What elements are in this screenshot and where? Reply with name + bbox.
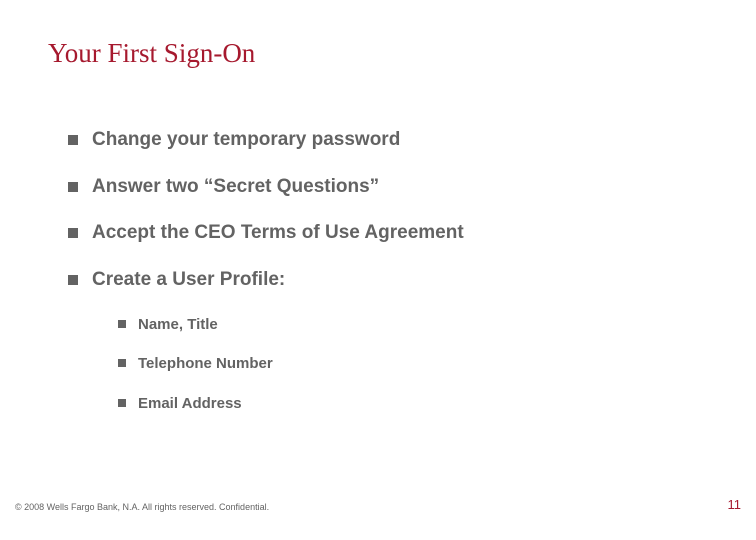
bullet-marker-icon (118, 399, 126, 407)
sub-bullet-text: Name, Title (138, 315, 218, 335)
bullet-item: Answer two “Secret Questions” (68, 175, 716, 200)
bullet-marker-icon (68, 135, 78, 145)
sub-bullet-item: Telephone Number (118, 354, 716, 374)
bullet-text: Answer two “Secret Questions” (92, 175, 379, 200)
sub-bullet-item: Email Address (118, 394, 716, 414)
bullet-text: Change your temporary password (92, 128, 400, 153)
bullet-item: Create a User Profile: (68, 268, 716, 293)
page-number: 11 (728, 497, 742, 512)
slide-title: Your First Sign-On (48, 38, 255, 69)
sub-bullet-item: Name, Title (118, 315, 716, 335)
bullet-text: Create a User Profile: (92, 268, 285, 293)
bullet-marker-icon (68, 275, 78, 285)
bullet-marker-icon (118, 320, 126, 328)
bullet-item: Change your temporary password (68, 128, 716, 153)
bullet-item: Accept the CEO Terms of Use Agreement (68, 221, 716, 246)
sub-bullet-text: Email Address (138, 394, 242, 414)
bullet-marker-icon (68, 182, 78, 192)
bullet-list: Change your temporary password Answer tw… (68, 128, 716, 433)
copyright-text: © 2008 Wells Fargo Bank, N.A. All rights… (15, 502, 269, 512)
bullet-marker-icon (68, 228, 78, 238)
bullet-text: Accept the CEO Terms of Use Agreement (92, 221, 464, 246)
sub-bullet-text: Telephone Number (138, 354, 273, 374)
bullet-marker-icon (118, 359, 126, 367)
sub-bullet-list: Name, Title Telephone Number Email Addre… (118, 315, 716, 414)
slide-footer: © 2008 Wells Fargo Bank, N.A. All rights… (15, 497, 741, 512)
